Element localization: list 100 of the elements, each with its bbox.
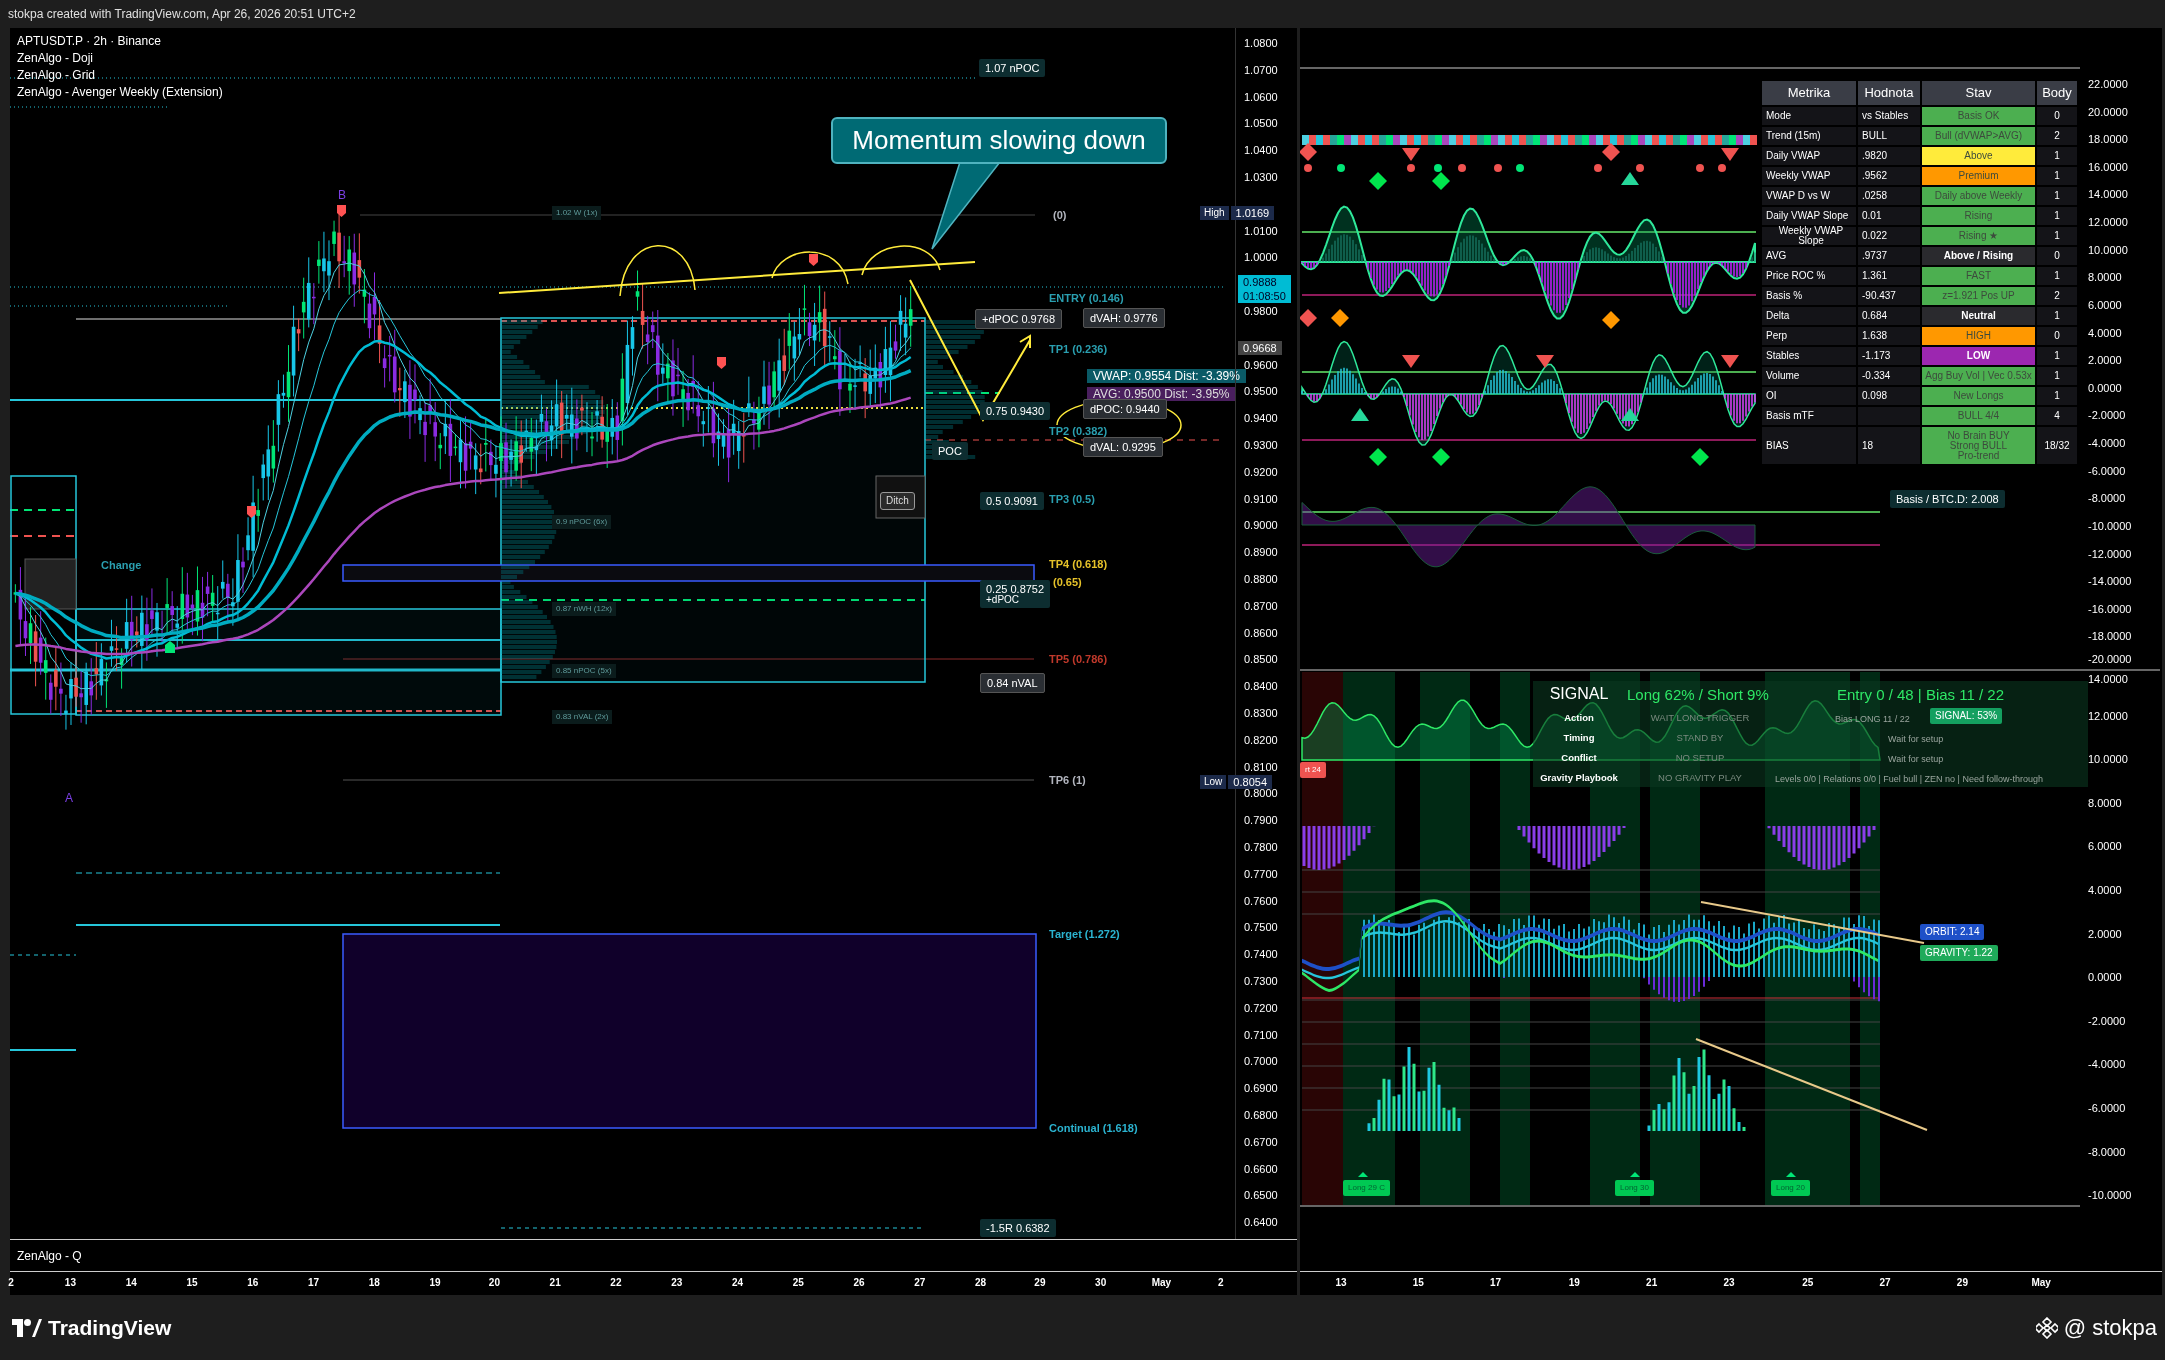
status-cell: Rising <box>1921 206 2036 226</box>
triangle-marker-icon <box>1402 355 1420 368</box>
ditch-button[interactable]: Ditch <box>880 492 915 510</box>
column-header: Metrika <box>1761 80 1857 106</box>
table-cell: 2 <box>2036 286 2078 306</box>
row-state: NO SETUP <box>1674 751 1726 763</box>
table-cell: Basis mTF <box>1761 406 1857 426</box>
price-tick: 0.8800 <box>1244 572 1278 586</box>
legend-text: ZenAlgo - Avenger Weekly (Extension) <box>17 85 223 99</box>
table-cell: 4 <box>2036 406 2078 426</box>
price-tick: 1.0800 <box>1244 36 1278 50</box>
value-tag: SIGNAL: 53% <box>1930 708 2003 724</box>
dot-marker-icon <box>1407 164 1415 172</box>
extreme-label: High <box>1200 206 1229 220</box>
level-tag: 0.87 nWH (12x) <box>552 602 617 616</box>
diamond-marker-icon <box>1432 448 1450 466</box>
table-cell: 1 <box>2036 226 2078 246</box>
status-cell: Premium <box>1921 166 2036 186</box>
row-label: Conflict <box>1560 751 1598 763</box>
date-tick: 18 <box>368 1277 380 1288</box>
price-tick: 0.8400 <box>1244 679 1278 694</box>
table-cell: 0.684 <box>1857 306 1921 326</box>
row-state: STAND BY <box>1675 731 1725 743</box>
diamond-marker-icon <box>1432 172 1450 190</box>
diamond-icon <box>2035 1316 2058 1339</box>
level-label: Change <box>99 559 144 571</box>
table-cell: .9562 <box>1857 166 1921 186</box>
price-tick: 0.7100 <box>1244 1027 1278 1042</box>
value-tick: 2.0000 <box>2088 353 2122 368</box>
value-tick: 8.0000 <box>2088 270 2122 285</box>
status-cell: No Brain BUY Strong BULL Pro-trend <box>1921 426 2036 465</box>
date-tick: 21 <box>1646 1277 1658 1288</box>
table-cell: 1.361 <box>1857 266 1921 286</box>
price-tick: 0.9300 <box>1244 438 1278 452</box>
table-cell: VWAP D vs W <box>1761 186 1857 206</box>
level-label: Continual (1.618) <box>1047 1122 1140 1134</box>
date-tick: 26 <box>853 1277 865 1288</box>
level-label: TP6 (1) <box>1047 774 1088 786</box>
dot-marker-icon <box>1696 164 1704 172</box>
value-tick: 4.0000 <box>2088 883 2122 897</box>
indicator-title: ZenAlgo - Q <box>17 1248 82 1263</box>
value-tick: 20.0000 <box>2088 104 2128 119</box>
diamond-marker-icon <box>1300 309 1317 327</box>
table-cell: 1 <box>2036 206 2078 226</box>
table-cell: 1 <box>2036 386 2078 406</box>
signal-summary: Entry 0 / 48 | Bias 11 / 22 <box>1836 685 2006 703</box>
value-tick: 10.0000 <box>2088 242 2128 257</box>
date-tick: 13 <box>64 1277 76 1288</box>
status-cell: Bull (dVWAP>AVG) <box>1921 126 2036 146</box>
table-cell: 0.098 <box>1857 386 1921 406</box>
value-tick: 0.0000 <box>2088 380 2122 395</box>
diamond-marker-icon <box>1602 143 1620 161</box>
value-tick: 6.0000 <box>2088 839 2122 854</box>
value-tick: -16.0000 <box>2088 601 2132 616</box>
price-tag: 0.84 nVAL <box>980 673 1045 693</box>
table-cell: 1 <box>2036 306 2078 326</box>
price-tick: 1.0100 <box>1244 223 1278 238</box>
row-state: NO GRAVITY PLAY <box>1657 771 1743 783</box>
diamond-marker-icon <box>1602 311 1620 329</box>
price-tick: 0.8500 <box>1244 652 1278 667</box>
value-tick: 4.0000 <box>2088 325 2122 340</box>
dot-marker-icon <box>1494 164 1502 172</box>
date-tick: 14 <box>125 1277 137 1288</box>
value-tick: -10.0000 <box>2088 518 2132 533</box>
table-cell: Daily VWAP Slope <box>1761 206 1857 226</box>
level-label: TP3 (0.5) <box>1047 493 1097 505</box>
table-cell: 0.022 <box>1857 226 1921 246</box>
value-tick: -8.0000 <box>2088 491 2126 506</box>
diamond-marker-icon <box>1300 143 1317 161</box>
date-tick: 23 <box>1723 1277 1735 1288</box>
value-tick: 22.0000 <box>2088 77 2128 91</box>
level-label: Target (1.272) <box>1047 928 1122 940</box>
table-cell: 18 <box>1857 426 1921 465</box>
status-cell: BULL 4/4 <box>1921 406 2036 426</box>
table-cell: 1 <box>2036 146 2078 166</box>
triangle-marker-icon <box>1402 148 1420 161</box>
table-cell: .9820 <box>1857 146 1921 166</box>
level-tag: 0.83 nVAL (2x) <box>552 710 613 724</box>
price-tick: 0.8200 <box>1244 732 1278 747</box>
table-cell: Weekly VWAP <box>1761 166 1857 186</box>
price-tick: 0.6900 <box>1244 1081 1278 1096</box>
tag-text: +dPOC <box>986 595 1021 605</box>
status-cell: HIGH <box>1921 326 2036 346</box>
table-cell: BIAS <box>1761 426 1857 465</box>
column-header: Hodnota <box>1857 80 1921 106</box>
row-label: Action <box>1563 711 1595 723</box>
price-tick: 1.0600 <box>1244 89 1278 104</box>
price-tick: 0.7300 <box>1244 974 1278 988</box>
level-label: (0.65) <box>1051 576 1084 588</box>
price-tick: 0.9200 <box>1244 464 1278 479</box>
triangle-marker-icon <box>1621 408 1639 421</box>
table-cell: 1 <box>2036 166 2078 186</box>
triangle-marker-icon <box>1351 408 1369 421</box>
date-tick: 27 <box>1879 1277 1891 1288</box>
legend-text: ZenAlgo - Grid <box>17 68 97 82</box>
level-tag: 0.85 nPOC (5x) <box>552 664 616 678</box>
table-cell: 18/32 <box>2036 426 2078 465</box>
table-cell: BULL <box>1857 126 1921 146</box>
tag-text: 0.5 0.9091 <box>986 495 1038 507</box>
date-tick: May <box>1151 1277 1172 1288</box>
